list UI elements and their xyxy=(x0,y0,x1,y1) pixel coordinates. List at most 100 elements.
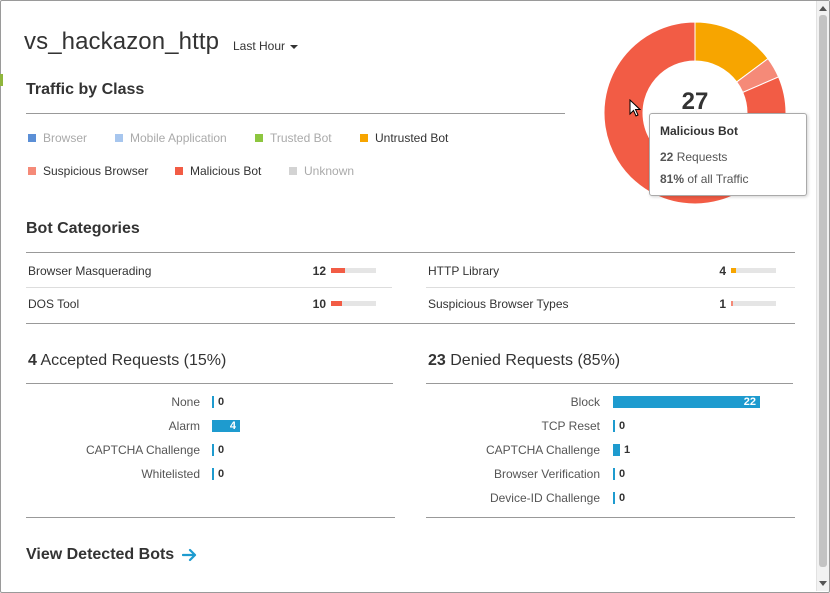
bot-categories-bottom-divider xyxy=(26,323,795,324)
category-label-browser-masquerading: Browser Masquerading xyxy=(28,264,152,278)
denied-bottom-divider xyxy=(426,517,795,518)
bot-categories-divider xyxy=(26,252,795,253)
request-row-label: Alarm xyxy=(168,419,200,433)
legend-label: Suspicious Browser xyxy=(43,164,149,178)
tooltip-share-value: 81% xyxy=(660,172,685,186)
request-row-label: None xyxy=(171,395,200,409)
request-row-bar xyxy=(212,468,214,480)
tooltip-requests-value: 22 xyxy=(660,150,674,164)
request-row-bar xyxy=(613,468,615,480)
request-row-count: 0 xyxy=(619,420,626,432)
arrow-right-icon xyxy=(182,548,197,562)
legend-item-suspicious-browser[interactable]: Suspicious Browser xyxy=(28,164,148,178)
side-indicator xyxy=(0,74,3,86)
bot-categories-title: Bot Categories xyxy=(26,220,140,237)
tooltip-title: Malicious Bot xyxy=(660,124,739,138)
legend-swatch xyxy=(28,134,36,142)
category-bar-fill xyxy=(731,268,736,273)
tooltip-share: 81% of all Traffic xyxy=(660,172,749,186)
time-range-label: Last Hour xyxy=(233,39,286,53)
app-title: vs_hackazon_http xyxy=(24,28,220,55)
request-row-bar xyxy=(212,444,214,456)
legend-swatch xyxy=(175,167,183,175)
request-row-label: Block xyxy=(570,395,600,409)
request-row-label: TCP Reset xyxy=(541,419,600,433)
request-row-bar: 22 xyxy=(613,396,760,408)
category-bar-track xyxy=(731,268,776,273)
accepted-bottom-divider xyxy=(26,517,395,518)
category-label-suspicious-browser-types: Suspicious Browser Types xyxy=(428,297,569,311)
legend-label: Mobile Application xyxy=(130,131,227,145)
legend-item-trusted-bot[interactable]: Trusted Bot xyxy=(255,131,332,145)
legend-label: Untrusted Bot xyxy=(375,131,449,145)
request-row-label: Whitelisted xyxy=(141,467,200,481)
request-row-count: 0 xyxy=(218,444,225,456)
accepted-requests-heading: 4 Accepted Requests (15%) xyxy=(28,352,226,370)
accepted-count: 4 xyxy=(28,352,37,369)
legend-label: Unknown xyxy=(304,164,355,178)
legend-swatch xyxy=(360,134,368,142)
vertical-scrollbar[interactable] xyxy=(816,1,829,591)
scrollbar-thumb[interactable] xyxy=(819,15,827,567)
category-row-divider xyxy=(26,287,392,288)
legend-swatch xyxy=(28,167,36,175)
category-bar-track xyxy=(331,268,376,273)
denied-requests-heading: 23 Denied Requests (85%) xyxy=(428,352,620,370)
request-row-count: 22 xyxy=(743,396,756,408)
view-detected-bots-label: View Detected Bots xyxy=(26,546,175,563)
tooltip-requests: 22 Requests xyxy=(660,150,727,164)
tooltip-requests-label: Requests xyxy=(676,150,728,164)
request-row-count: 0 xyxy=(218,396,225,408)
request-row-count: 0 xyxy=(619,468,626,480)
scroll-up-icon[interactable] xyxy=(819,6,827,11)
traffic-divider xyxy=(26,113,565,114)
request-row-bar xyxy=(613,420,615,432)
request-row-bar xyxy=(613,444,620,456)
category-bar-fill xyxy=(331,268,345,273)
legend-label: Trusted Bot xyxy=(270,131,332,145)
legend-item-mobile-application[interactable]: Mobile Application xyxy=(115,131,227,145)
request-row-bar xyxy=(613,492,615,504)
category-label-http-library: HTTP Library xyxy=(428,264,500,278)
legend-label: Malicious Bot xyxy=(190,164,262,178)
category-count: 10 xyxy=(312,297,326,311)
category-bar-fill xyxy=(731,301,733,306)
category-bar-track xyxy=(731,301,776,306)
chart-tooltip: Malicious Bot 22 Requests 81% of all Tra… xyxy=(649,113,807,196)
category-count: 12 xyxy=(312,264,326,278)
request-row-label: CAPTCHA Challenge xyxy=(485,443,600,457)
category-count: 1 xyxy=(719,297,726,311)
request-row-bar: 4 xyxy=(212,420,240,432)
request-row-label: CAPTCHA Challenge xyxy=(85,443,200,457)
request-row-count: 0 xyxy=(218,468,225,480)
legend-item-browser[interactable]: Browser xyxy=(28,131,87,145)
caret-down-icon xyxy=(290,45,299,49)
legend-item-malicious-bot[interactable]: Malicious Bot xyxy=(175,164,261,178)
category-row-divider xyxy=(426,287,795,288)
category-count: 4 xyxy=(719,264,726,278)
legend-swatch xyxy=(255,134,263,142)
time-range-dropdown[interactable]: Last Hour xyxy=(233,39,299,53)
request-row-count: 1 xyxy=(624,444,631,456)
legend-swatch xyxy=(115,134,123,142)
request-row-count: 4 xyxy=(229,420,236,432)
category-bar-track xyxy=(331,301,376,306)
tooltip-share-label: of all Traffic xyxy=(687,172,749,186)
request-row-label: Device-ID Challenge xyxy=(489,491,600,505)
request-row-count: 0 xyxy=(619,492,626,504)
request-row-bar xyxy=(212,396,214,408)
legend-item-untrusted-bot[interactable]: Untrusted Bot xyxy=(360,131,448,145)
category-label-dos-tool: DOS Tool xyxy=(28,297,80,311)
traffic-title: Traffic by Class xyxy=(26,81,145,98)
legend-item-unknown[interactable]: Unknown xyxy=(289,164,354,178)
scroll-down-icon[interactable] xyxy=(819,581,827,586)
legend-label: Browser xyxy=(43,131,88,145)
denied-divider xyxy=(426,383,793,384)
category-bar-fill xyxy=(331,301,342,306)
denied-title: Denied Requests (85%) xyxy=(450,352,621,369)
accepted-title: Accepted Requests (15%) xyxy=(40,352,227,369)
view-detected-bots-link[interactable]: View Detected Bots xyxy=(26,546,198,564)
accepted-divider xyxy=(26,383,393,384)
denied-count: 23 xyxy=(428,352,446,369)
mouse-cursor-icon xyxy=(629,99,641,117)
